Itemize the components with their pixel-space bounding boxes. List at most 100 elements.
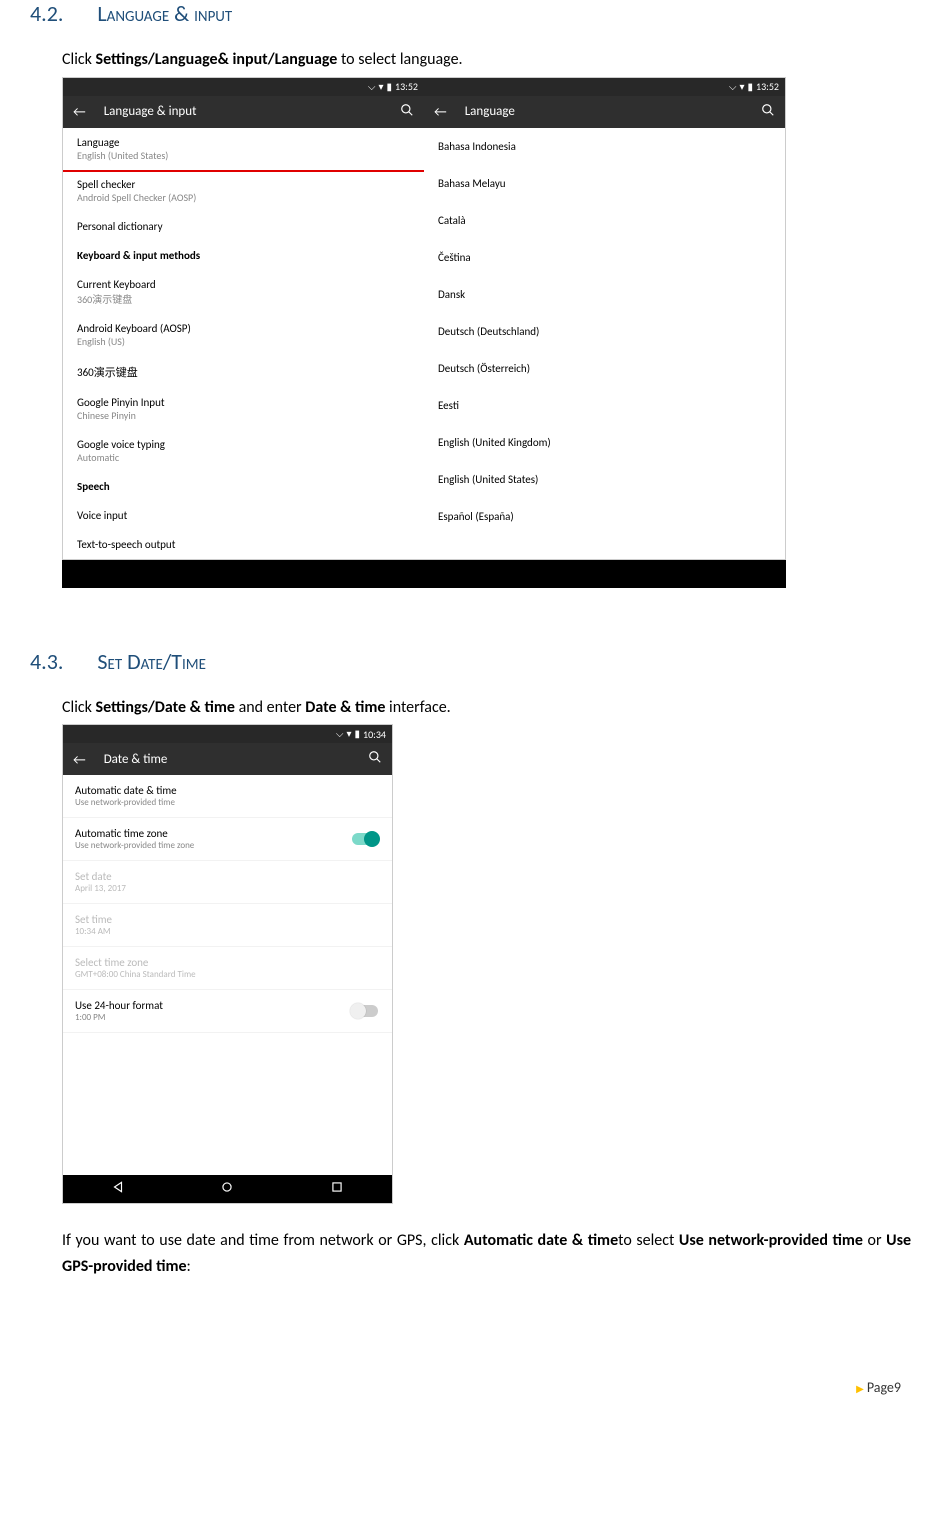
setting-subtitle: 10:34 AM	[75, 926, 380, 937]
setting-row[interactable]: Text-to-speech output	[63, 530, 424, 559]
datetime-row[interactable]: Use 24-hour format1:00 PM	[63, 990, 392, 1033]
setting-title: Android Keyboard (AOSP)	[77, 322, 410, 335]
toolbar-title: Language & input	[104, 104, 382, 119]
setting-row[interactable]: Spell checkerAndroid Spell Checker (AOSP…	[63, 170, 424, 212]
toolbar-title: Language	[465, 104, 743, 119]
setting-title: Set date	[75, 870, 380, 883]
setting-row[interactable]: Voice input	[63, 501, 424, 530]
toolbar: ← Language	[424, 96, 785, 128]
setting-row[interactable]: Personal dictionary	[63, 212, 424, 241]
language-option[interactable]: Español (España)	[424, 498, 785, 535]
nav-recent-icon[interactable]	[330, 1180, 344, 1199]
language-option[interactable]: Dansk	[424, 276, 785, 313]
bold-text: Settings/Language& input/Language	[96, 50, 338, 69]
bluetooth-icon: ⌵	[336, 729, 344, 739]
setting-title: Language	[77, 136, 410, 149]
setting-title: Use 24-hour format	[75, 999, 380, 1012]
setting-subtitle: English (United States)	[77, 149, 410, 162]
datetime-row: Select time zoneGMT+08:00 China Standard…	[63, 947, 392, 990]
setting-row[interactable]: Google voice typingAutomatic	[63, 430, 424, 472]
section-number: 4.3.	[30, 648, 63, 675]
setting-subtitle: Chinese Pinyin	[77, 409, 410, 422]
nav-home-icon[interactable]	[220, 1180, 234, 1199]
language-option[interactable]: Català	[424, 202, 785, 239]
setting-subtitle: English (US)	[77, 335, 410, 348]
page-number: Page9	[867, 1379, 901, 1396]
setting-subtitle: April 13, 2017	[75, 883, 380, 894]
setting-row[interactable]: Google Pinyin InputChinese Pinyin	[63, 388, 424, 430]
setting-subtitle: 360演示键盘	[77, 291, 410, 306]
language-list: Bahasa IndonesiaBahasa MelayuCatalàČešti…	[424, 128, 785, 559]
setting-title: Speech	[77, 480, 410, 493]
status-bar: ⌵ ▾ ▮ 10:34	[63, 725, 392, 743]
setting-title: Text-to-speech output	[77, 538, 410, 551]
language-option[interactable]: Deutsch (Deutschland)	[424, 313, 785, 350]
text: and enter	[235, 698, 305, 717]
section-title: Language & input	[97, 0, 232, 27]
battery-icon: ▮	[387, 82, 393, 92]
datetime-row[interactable]: Automatic date & timeUse network-provide…	[63, 775, 392, 818]
setting-row[interactable]: 360演示键盘	[63, 356, 424, 388]
setting-title: Current Keyboard	[77, 278, 410, 291]
toolbar: ← Date & time	[63, 743, 392, 775]
bold-text: Use network-provided time	[679, 1231, 863, 1250]
battery-icon: ▮	[355, 729, 361, 739]
battery-icon: ▮	[748, 82, 754, 92]
dual-screenshot: ⌵ ▾ ▮ 13:52 ← Language & input LanguageE…	[62, 77, 786, 560]
screenshot-datetime: ⌵ ▾ ▮ 10:34 ← Date & time Automatic date…	[62, 724, 393, 1204]
search-icon[interactable]	[368, 750, 382, 768]
signal-icon: ▾	[379, 82, 384, 92]
settings-list: LanguageEnglish (United States)Spell che…	[63, 128, 424, 559]
body-text-42: Click Settings/Language& input/Language …	[62, 47, 911, 73]
search-icon[interactable]	[761, 103, 775, 121]
bluetooth-icon: ⌵	[368, 82, 376, 92]
toggle-switch[interactable]	[352, 833, 378, 845]
setting-title: 360演示键盘	[77, 364, 410, 380]
text: Click	[62, 698, 96, 717]
page-footer: ▶Page9	[30, 1379, 911, 1396]
setting-row[interactable]: LanguageEnglish (United States)	[63, 128, 424, 172]
language-option[interactable]: Bahasa Indonesia	[424, 128, 785, 165]
setting-subtitle: Use network-provided time zone	[75, 840, 380, 851]
language-option[interactable]: Eesti	[424, 387, 785, 424]
setting-row[interactable]: Android Keyboard (AOSP)English (US)	[63, 314, 424, 356]
setting-title: Spell checker	[77, 178, 410, 191]
status-time: 13:52	[756, 80, 779, 93]
back-icon[interactable]: ←	[73, 751, 86, 768]
setting-row[interactable]: Current Keyboard360演示键盘	[63, 270, 424, 314]
language-option[interactable]: Čeština	[424, 239, 785, 276]
setting-subtitle: Automatic	[77, 451, 410, 464]
setting-title: Keyboard & input methods	[77, 249, 410, 262]
toggle-switch[interactable]	[352, 1005, 378, 1017]
language-option[interactable]: English (United States)	[424, 461, 785, 498]
back-icon[interactable]: ←	[73, 103, 86, 120]
setting-title: Automatic date & time	[75, 784, 380, 797]
setting-subtitle: GMT+08:00 China Standard Time	[75, 969, 380, 980]
screenshot-lang-input: ⌵ ▾ ▮ 13:52 ← Language & input LanguageE…	[63, 78, 424, 559]
setting-row: Speech	[63, 472, 424, 501]
language-option[interactable]: Deutsch (Österreich)	[424, 350, 785, 387]
section-heading-42: 4.2. Language & input	[30, 0, 911, 27]
setting-subtitle: Use network-provided time	[75, 797, 380, 808]
language-option[interactable]: Bahasa Melayu	[424, 165, 785, 202]
bold-text: Automatic date & time	[464, 1231, 618, 1250]
setting-title: Google voice typing	[77, 438, 410, 451]
text: :	[187, 1257, 191, 1276]
back-icon[interactable]: ←	[434, 103, 447, 120]
signal-icon: ▾	[740, 82, 745, 92]
body-text-43b: If you want to use date and time from ne…	[62, 1228, 911, 1279]
nav-back-icon[interactable]	[111, 1180, 125, 1199]
setting-row: Keyboard & input methods	[63, 241, 424, 270]
body-text-43: Click Settings/Date & time and enter Dat…	[62, 695, 911, 721]
search-icon[interactable]	[400, 103, 414, 121]
android-navbar	[62, 560, 786, 588]
toolbar: ← Language & input	[63, 96, 424, 128]
text: or	[863, 1231, 886, 1250]
datetime-row[interactable]: Automatic time zoneUse network-provided …	[63, 818, 392, 861]
signal-icon: ▾	[347, 729, 352, 739]
toolbar-title: Date & time	[104, 752, 350, 767]
status-bar: ⌵ ▾ ▮ 13:52	[424, 78, 785, 96]
setting-title: Set time	[75, 913, 380, 926]
language-option[interactable]: English (United Kingdom)	[424, 424, 785, 461]
setting-subtitle: 1:00 PM	[75, 1012, 380, 1023]
